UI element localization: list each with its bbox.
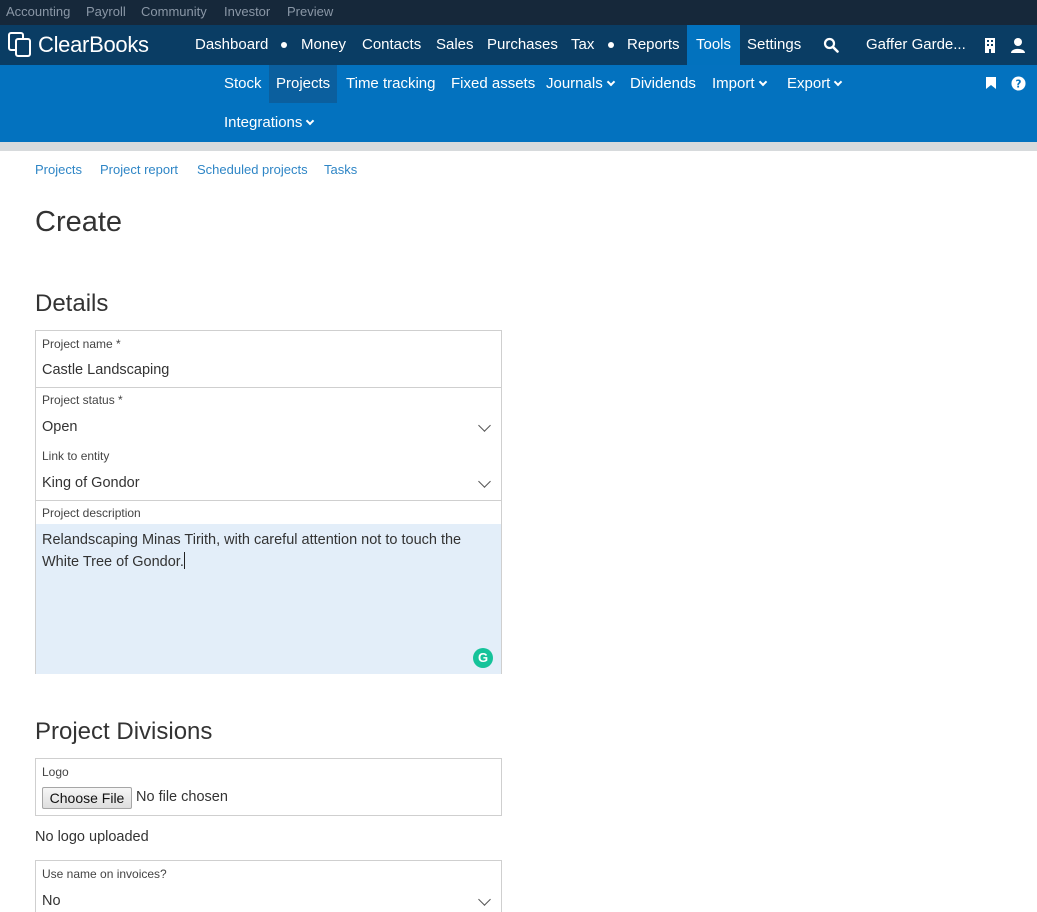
subnav-export[interactable]: Export: [787, 65, 843, 103]
brand-name: ClearBooks: [38, 32, 149, 57]
use-name-select[interactable]: No: [42, 893, 61, 909]
nav-divider: [0, 142, 1037, 151]
nav-tools[interactable]: Tools: [687, 25, 741, 65]
subnav-time-tracking[interactable]: Time tracking: [346, 65, 435, 103]
use-name-label: Use name on invoices?: [42, 867, 167, 881]
top-link-community[interactable]: Community: [141, 4, 207, 19]
top-strip: Accounting Payroll Community Investor Pr…: [0, 0, 1037, 25]
details-heading: Details: [35, 290, 109, 317]
project-description-label: Project description: [42, 506, 141, 520]
subnav-journals[interactable]: Journals: [546, 65, 615, 103]
subnav-import[interactable]: Import: [712, 65, 767, 103]
nav-purchases[interactable]: Purchases: [487, 25, 558, 65]
user-icon[interactable]: [1010, 37, 1026, 53]
nav-dashboard[interactable]: Dashboard: [195, 25, 268, 65]
page-title: Create: [35, 206, 123, 238]
choose-file-button[interactable]: Choose File: [42, 787, 132, 809]
project-description-textarea[interactable]: Relandscaping Minas Tirith, with careful…: [36, 524, 501, 674]
tab-tasks[interactable]: Tasks: [324, 162, 357, 177]
nav-separator-dot: [281, 42, 287, 48]
top-link-investor[interactable]: Investor: [224, 4, 270, 19]
logo-icon: [8, 32, 34, 58]
subnav-stock[interactable]: Stock: [224, 65, 262, 103]
nav-reports[interactable]: Reports: [627, 25, 680, 65]
project-divisions-heading: Project Divisions: [35, 718, 213, 745]
nav-money[interactable]: Money: [301, 25, 346, 65]
top-link-preview[interactable]: Preview: [287, 4, 333, 19]
chevron-down-icon: [606, 77, 615, 87]
project-status-label: Project status *: [42, 393, 123, 407]
link-entity-select[interactable]: King of Gondor: [42, 475, 140, 491]
svg-text:?: ?: [1016, 78, 1022, 90]
chevron-down-icon[interactable]: [478, 893, 491, 906]
sub-nav: Stock Projects Time tracking Fixed asset…: [0, 65, 1037, 142]
search-icon[interactable]: [823, 37, 839, 53]
link-entity-label: Link to entity: [42, 449, 110, 463]
text-caret: [183, 552, 185, 569]
subnav-fixed-assets[interactable]: Fixed assets: [451, 65, 535, 103]
file-status: No file chosen: [136, 789, 228, 805]
tab-scheduled-projects[interactable]: Scheduled projects: [197, 162, 308, 177]
tab-project-report[interactable]: Project report: [100, 162, 178, 177]
chevron-down-icon[interactable]: [478, 475, 491, 488]
nav-sales[interactable]: Sales: [436, 25, 474, 65]
subnav-dividends[interactable]: Dividends: [630, 65, 696, 103]
nav-contacts[interactable]: Contacts: [362, 25, 421, 65]
logo-label: Logo: [42, 765, 69, 779]
project-status-select[interactable]: Open: [42, 419, 77, 435]
grammarly-icon[interactable]: G: [473, 648, 493, 668]
project-name-label: Project name *: [42, 337, 121, 351]
use-name-field: Use name on invoices? No: [35, 860, 502, 912]
chevron-down-icon: [758, 77, 767, 87]
top-link-payroll[interactable]: Payroll: [86, 4, 126, 19]
subnav-integrations[interactable]: Integrations: [224, 104, 315, 142]
nav-settings[interactable]: Settings: [747, 25, 801, 65]
project-name-input[interactable]: Castle Landscaping: [42, 362, 169, 378]
logo-field: Logo Choose File No file chosen: [35, 758, 502, 816]
brand-logo[interactable]: ClearBooks: [8, 32, 149, 58]
subnav-projects[interactable]: Projects: [269, 65, 338, 103]
chevron-down-icon: [306, 116, 315, 126]
building-icon[interactable]: [982, 37, 998, 53]
main-nav: ClearBooks Dashboard Money Contacts Sale…: [0, 25, 1037, 65]
no-logo-text: No logo uploaded: [35, 829, 149, 845]
details-form: Project name * Castle Landscaping Projec…: [35, 330, 502, 674]
divider: [36, 387, 501, 388]
nav-separator-dot: [608, 42, 614, 48]
top-link-accounting[interactable]: Accounting: [6, 4, 70, 19]
nav-tax[interactable]: Tax: [571, 25, 594, 65]
description-field: Project description Relandscaping Minas …: [36, 501, 501, 674]
tab-projects[interactable]: Projects: [35, 162, 82, 177]
chevron-down-icon[interactable]: [478, 419, 491, 432]
help-icon[interactable]: ?: [1011, 76, 1026, 91]
bookmark-icon[interactable]: [984, 76, 998, 90]
company-switcher[interactable]: Gaffer Garde...: [866, 25, 966, 65]
chevron-down-icon: [834, 77, 843, 87]
